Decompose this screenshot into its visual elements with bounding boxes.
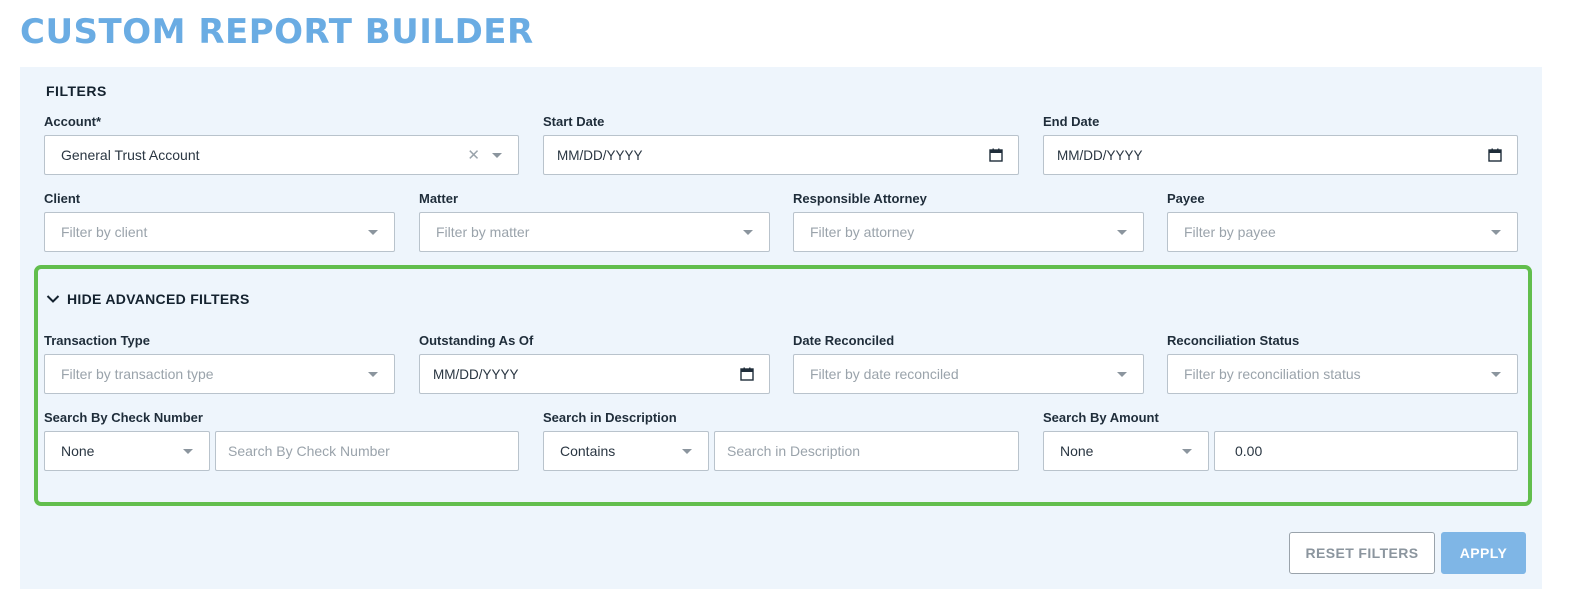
close-icon[interactable]: ✕ [467,148,480,163]
calendar-icon[interactable] [1488,148,1502,162]
matter-select[interactable]: Filter by matter [419,212,770,252]
client-label: Client [44,191,81,206]
caret-down-icon [368,371,378,377]
chevron-down-icon [46,295,60,303]
amount-label: Search By Amount [1043,410,1159,425]
caret-down-icon [1491,371,1501,377]
transaction-type-label: Transaction Type [44,333,150,348]
attorney-label: Responsible Attorney [793,191,927,206]
description-operator-select[interactable]: Contains [543,431,709,471]
description-field: Search in Description Contains Search in… [543,409,1019,471]
end-date-value: MM/DD/YYYY [1057,147,1143,163]
amount-field: Search By Amount None 0.00 [1043,409,1518,471]
account-select[interactable]: General Trust Account ✕ [44,135,519,175]
description-input[interactable]: Search in Description [714,431,1019,471]
payee-select[interactable]: Filter by payee [1167,212,1518,252]
caret-down-icon [1117,229,1127,235]
amount-operator-select[interactable]: None [1043,431,1209,471]
check-number-operator-select[interactable]: None [44,431,210,471]
amount-operator-value: None [1060,443,1094,459]
page-title: CUSTOM REPORT BUILDER [20,12,534,52]
start-date-field: Start Date MM/DD/YYYY [543,113,1019,175]
attorney-placeholder: Filter by attorney [810,224,915,240]
amount-value: 0.00 [1235,443,1263,459]
transaction-type-select[interactable]: Filter by transaction type [44,354,395,394]
outstanding-as-of-field: Outstanding As Of MM/DD/YYYY [419,332,770,394]
start-date-value: MM/DD/YYYY [557,147,643,163]
check-number-label: Search By Check Number [44,410,203,425]
payee-field: Payee Filter by payee [1167,190,1518,252]
end-date-label: End Date [1043,114,1100,129]
check-number-field: Search By Check Number None Search By Ch… [44,409,519,471]
advanced-filters-section: HIDE ADVANCED FILTERS Transaction Type F… [34,265,1532,506]
outstanding-as-of-value: MM/DD/YYYY [433,366,519,382]
outstanding-as-of-label: Outstanding As Of [419,333,534,348]
reconciliation-status-field: Reconciliation Status Filter by reconcil… [1167,332,1518,394]
filters-section-title: FILTERS [46,83,107,99]
caret-down-icon [1117,371,1127,377]
payee-placeholder: Filter by payee [1184,224,1276,240]
advanced-filters-toggle-label: HIDE ADVANCED FILTERS [67,291,250,307]
client-placeholder: Filter by client [61,224,148,240]
description-placeholder: Search in Description [727,443,861,459]
account-label: Account* [44,114,102,129]
end-date-input[interactable]: MM/DD/YYYY [1043,135,1518,175]
caret-down-icon [368,229,378,235]
end-date-field: End Date MM/DD/YYYY [1043,113,1518,175]
transaction-type-placeholder: Filter by transaction type [61,366,214,382]
account-value: General Trust Account [61,147,200,163]
attorney-field: Responsible Attorney Filter by attorney [793,190,1144,252]
start-date-input[interactable]: MM/DD/YYYY [543,135,1019,175]
start-date-label: Start Date [543,114,605,129]
client-select[interactable]: Filter by client [44,212,395,252]
reconciliation-status-select[interactable]: Filter by reconciliation status [1167,354,1518,394]
check-number-operator-value: None [61,443,95,459]
filters-panel: FILTERS Account* General Trust Account ✕… [20,67,1542,589]
attorney-select[interactable]: Filter by attorney [793,212,1144,252]
caret-down-icon [682,448,692,454]
matter-field: Matter Filter by matter [419,190,770,252]
calendar-icon[interactable] [740,367,754,381]
transaction-type-field: Transaction Type Filter by transaction t… [44,332,395,394]
caret-down-icon [743,229,753,235]
date-reconciled-label: Date Reconciled [793,333,895,348]
amount-input[interactable]: 0.00 [1214,431,1518,471]
reset-filters-button[interactable]: RESET FILTERS [1289,532,1435,574]
date-reconciled-placeholder: Filter by date reconciled [810,366,959,382]
description-operator-value: Contains [560,443,616,459]
outstanding-as-of-input[interactable]: MM/DD/YYYY [419,354,770,394]
date-reconciled-field: Date Reconciled Filter by date reconcile… [793,332,1144,394]
reconciliation-status-placeholder: Filter by reconciliation status [1184,366,1361,382]
date-reconciled-select[interactable]: Filter by date reconciled [793,354,1144,394]
apply-button[interactable]: APPLY [1441,532,1526,574]
description-label: Search in Description [543,410,677,425]
matter-label: Matter [419,191,459,206]
reconciliation-status-label: Reconciliation Status [1167,333,1300,348]
caret-down-icon [492,152,502,158]
client-field: Client Filter by client [44,190,395,252]
check-number-placeholder: Search By Check Number [228,443,390,459]
caret-down-icon [1182,448,1192,454]
caret-down-icon [1491,229,1501,235]
check-number-input[interactable]: Search By Check Number [215,431,519,471]
calendar-icon[interactable] [989,148,1003,162]
matter-placeholder: Filter by matter [436,224,530,240]
payee-label: Payee [1167,191,1205,206]
advanced-filters-toggle[interactable]: HIDE ADVANCED FILTERS [46,291,250,307]
account-field: Account* General Trust Account ✕ [44,113,519,175]
caret-down-icon [183,448,193,454]
